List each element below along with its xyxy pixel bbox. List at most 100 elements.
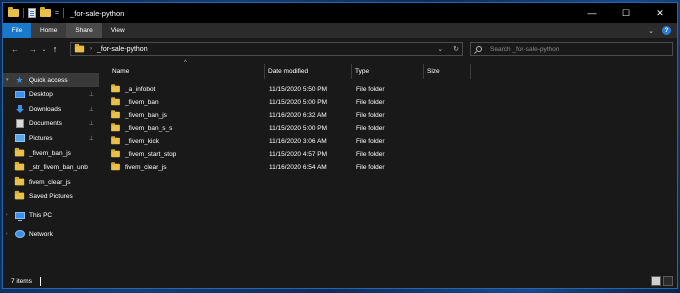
column-header-date[interactable]: Date modified (265, 64, 350, 79)
tab-share[interactable]: Share (66, 23, 102, 38)
title-bar: = _for-sale-python — ☐ ✕ (3, 3, 677, 23)
file-row[interactable]: _fivem_ban_js 11/16/2020 6:32 AM File fo… (109, 109, 449, 122)
maximize-button[interactable]: ☐ (609, 3, 643, 23)
ribbon-tabs: File Home Share View ⌄ ? (3, 23, 677, 38)
divider (63, 8, 65, 18)
file-row[interactable]: _fivem_start_stop 11/15/2020 4:57 PM Fil… (109, 148, 449, 161)
file-name: _a_infobot (125, 85, 156, 93)
file-row[interactable]: _fivem_kick 11/16/2020 3:06 AM File fold… (109, 135, 449, 148)
file-date: 11/16/2020 3:06 AM (269, 138, 327, 145)
file-type: File folder (356, 164, 385, 171)
help-icon[interactable]: ? (662, 26, 671, 35)
file-row[interactable]: fivem_clear_js 11/16/2020 6:54 AM File f… (109, 161, 449, 174)
file-name: fivem_clear_js (125, 163, 167, 171)
download-icon (14, 104, 25, 114)
forward-button[interactable]: → (26, 42, 40, 56)
sidebar-item-this-pc[interactable]: › This PC (3, 208, 99, 222)
pin-icon: ⊥ (88, 91, 94, 98)
file-type: File folder (356, 151, 385, 158)
sidebar-item-label: Saved Pictures (29, 192, 73, 200)
chevron-right-icon[interactable]: › (6, 212, 12, 218)
file-row[interactable]: _fivem_ban 11/15/2020 5:00 PM File folde… (109, 96, 449, 109)
folder-icon (14, 176, 25, 186)
sidebar-item-str-fivem-ban-unb[interactable]: _str_fivem_ban_unb (3, 160, 99, 174)
chevron-down-icon[interactable]: ▾ (6, 77, 12, 83)
address-bar[interactable]: › _for-sale-python ⌄ ↻ (70, 42, 463, 56)
search-input[interactable] (490, 45, 660, 53)
file-row[interactable]: _a_infobot 11/15/2020 5:50 PM File folde… (109, 83, 449, 96)
tab-file[interactable]: File (3, 23, 31, 38)
sidebar-item-downloads[interactable]: Downloads ⊥ (3, 102, 99, 116)
quick-access-toolbar: = (3, 3, 65, 23)
file-name: _fivem_ban (125, 98, 159, 106)
ribbon-options: ⌄ ? (648, 23, 671, 38)
folder-icon (111, 110, 120, 119)
pin-icon: ⊥ (88, 120, 94, 127)
file-type: File folder (356, 99, 385, 106)
recent-locations-icon[interactable]: ⌄ (40, 42, 48, 56)
folder-icon (111, 136, 120, 145)
file-name: _fivem_start_stop (125, 150, 177, 158)
large-icons-view-icon[interactable] (663, 276, 673, 286)
search-icon (476, 46, 482, 52)
customize-toolbar-icon[interactable]: = (55, 10, 59, 17)
file-type: File folder (356, 125, 385, 132)
up-button[interactable]: ↑ (48, 42, 62, 56)
sidebar-item-label: This PC (29, 211, 53, 219)
folder-icon (14, 161, 25, 171)
minimize-button[interactable]: — (575, 3, 609, 23)
folder-icon (14, 190, 25, 200)
folder-icon (74, 43, 85, 53)
sidebar-item-pictures[interactable]: Pictures ⊥ (3, 131, 99, 145)
file-row[interactable]: _fivem_ban_s_s 11/15/2020 5:00 PM File f… (109, 122, 449, 135)
column-header-type[interactable]: Type (352, 64, 422, 79)
new-folder-icon[interactable] (40, 7, 51, 17)
file-type: File folder (356, 112, 385, 119)
expand-ribbon-icon[interactable]: ⌄ (648, 27, 654, 35)
file-name: _fivem_ban_js (125, 111, 167, 119)
search-box[interactable] (470, 42, 673, 56)
sidebar-item-saved-pictures[interactable]: Saved Pictures (3, 189, 99, 203)
pin-icon: ⊥ (88, 135, 94, 142)
file-date: 11/16/2020 6:54 AM (269, 164, 327, 171)
address-actions: ⌄ ↻ (437, 43, 459, 55)
refresh-icon[interactable]: ↻ (453, 45, 459, 53)
sidebar-item-quick-access[interactable]: ▾ ★ Quick access (3, 73, 99, 87)
window-title: _for-sale-python (70, 8, 125, 18)
folder-icon (111, 97, 120, 106)
chevron-right-icon[interactable]: › (6, 231, 12, 237)
file-date: 11/16/2020 6:32 AM (269, 112, 327, 119)
sidebar-item-fivem-clear-js[interactable]: fivem_clear_js (3, 175, 99, 189)
network-icon (14, 230, 25, 239)
sidebar-item-label: _str_fivem_ban_unb (29, 163, 88, 171)
back-button[interactable]: ← (8, 42, 22, 56)
sidebar-item-desktop[interactable]: Desktop ⊥ (3, 87, 99, 101)
folder-icon (111, 123, 120, 132)
details-view-icon[interactable] (651, 276, 661, 286)
sidebar-item-label: Pictures (29, 134, 53, 142)
chevron-right-icon[interactable]: › (90, 46, 92, 52)
folder-icon (111, 162, 120, 171)
file-date: 11/15/2020 5:50 PM (269, 86, 328, 93)
sidebar-item-network[interactable]: › Network (3, 227, 99, 241)
close-button[interactable]: ✕ (643, 3, 677, 23)
sidebar-item-fivem-ban-js[interactable]: _fivem_ban_js (3, 146, 99, 160)
file-list: ^ Name Date modified Type Size _a_infobo… (99, 60, 677, 276)
sidebar-item-label: _fivem_ban_js (29, 149, 71, 157)
sidebar-item-label: Documents (29, 119, 62, 127)
folder-icon (14, 147, 25, 157)
sidebar-item-documents[interactable]: Documents ⊥ (3, 116, 99, 130)
tab-home[interactable]: Home (31, 23, 67, 38)
column-header-name[interactable]: Name (109, 64, 264, 79)
address-path[interactable]: _for-sale-python (97, 46, 148, 53)
file-type: File folder (356, 86, 385, 93)
folder-icon (8, 7, 19, 17)
navigation-bar: ← → ⌄ ↑ › _for-sale-python ⌄ ↻ (3, 38, 677, 60)
column-header-size[interactable]: Size (424, 64, 469, 79)
status-bar: 7 items (3, 274, 677, 288)
address-dropdown-icon[interactable]: ⌄ (437, 45, 443, 53)
tab-view[interactable]: View (102, 23, 134, 38)
folder-icon (111, 84, 120, 93)
pictures-icon (14, 134, 25, 143)
properties-icon[interactable] (28, 8, 36, 18)
